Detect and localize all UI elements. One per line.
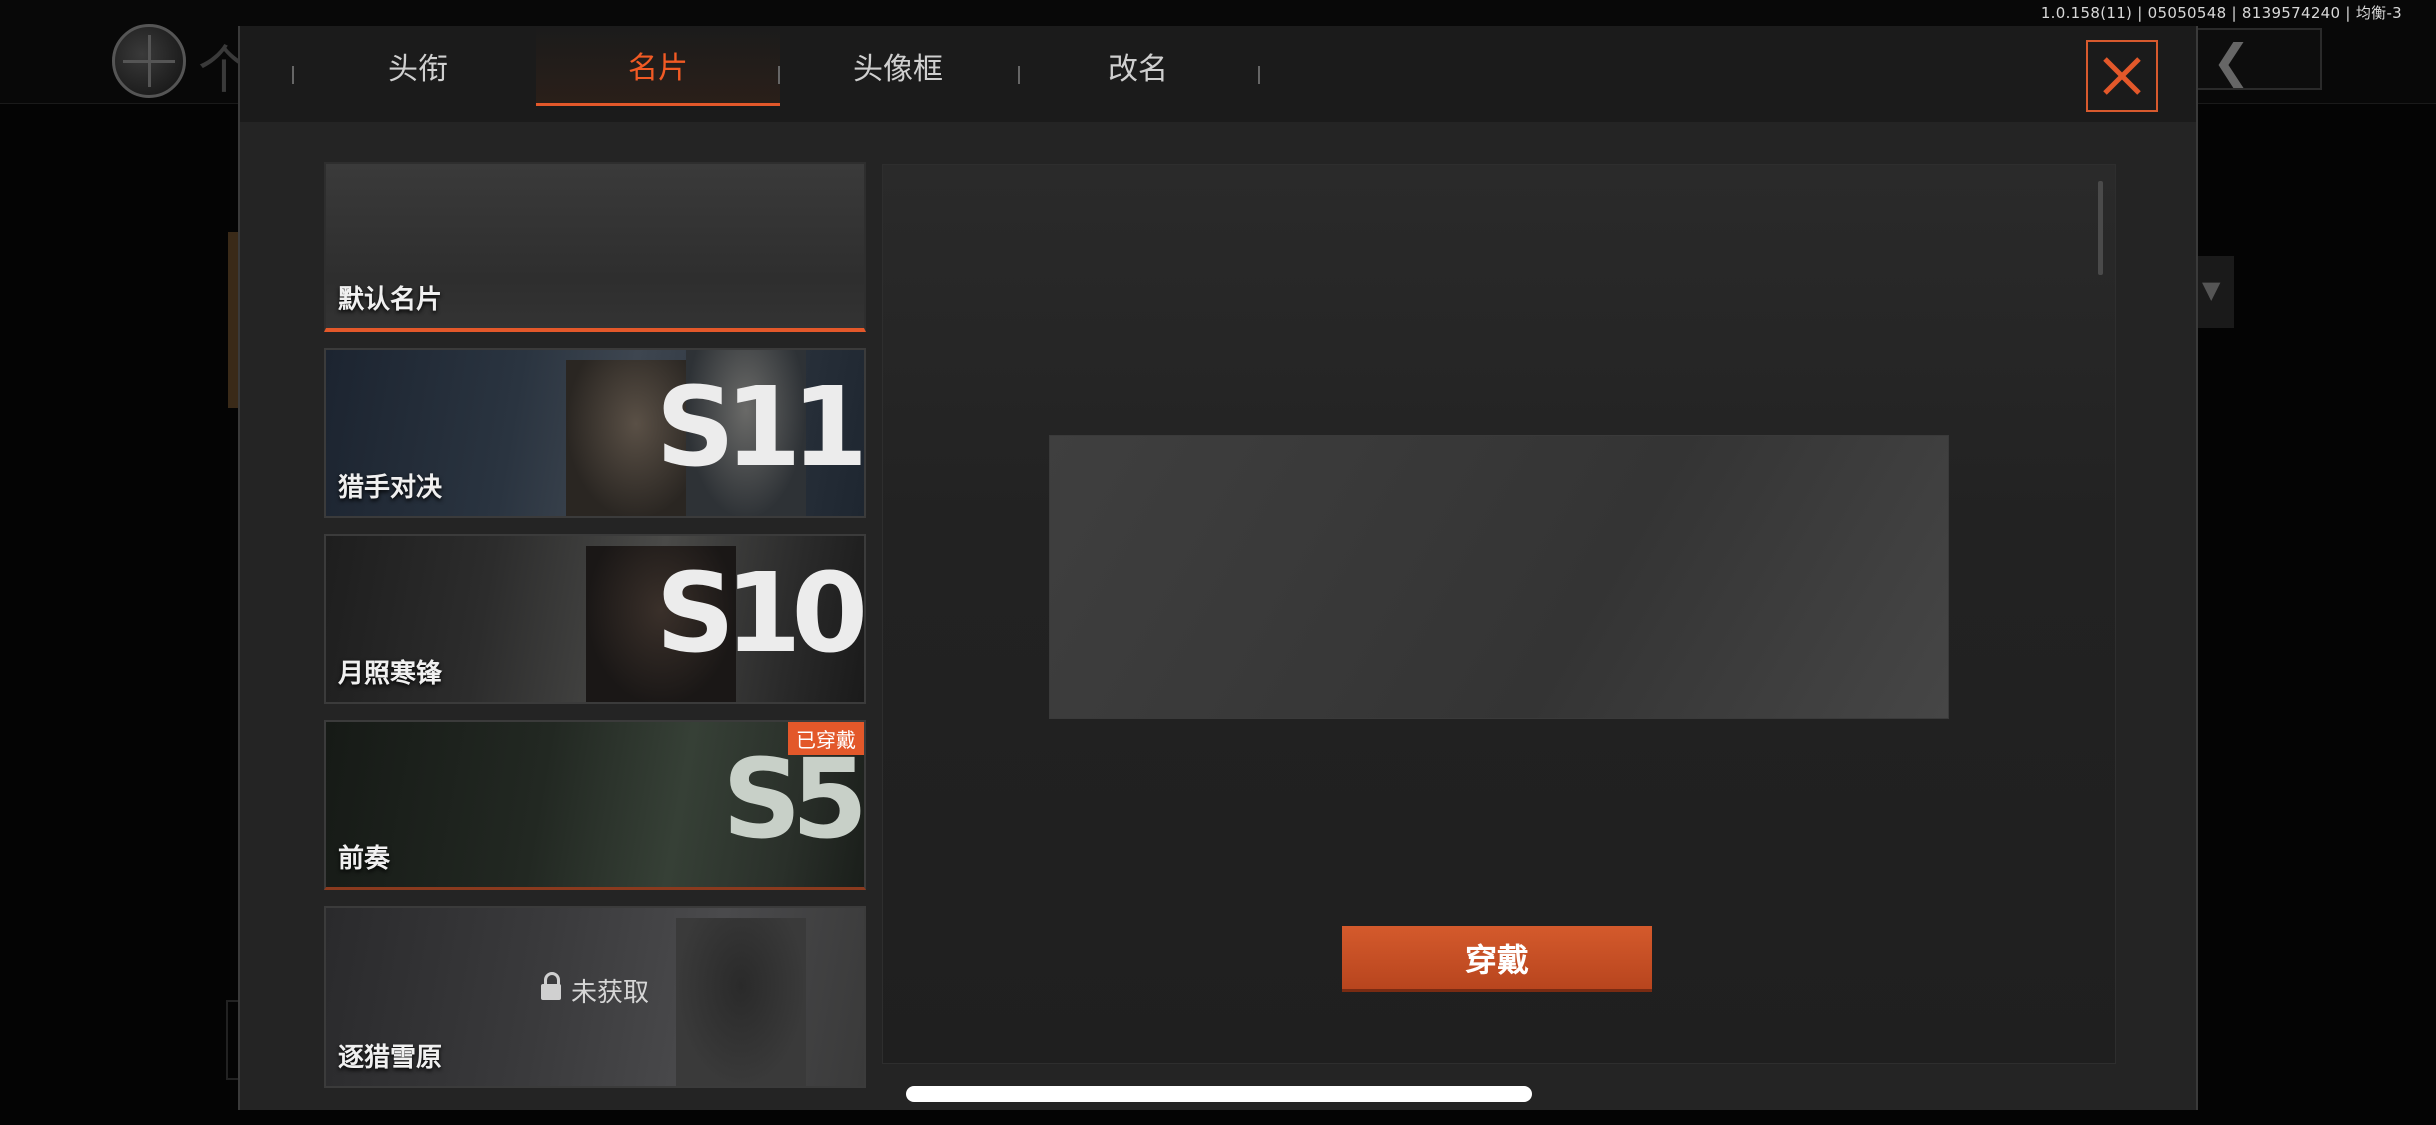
tab-separator: [292, 66, 294, 84]
screen: 个 ❮ ▼ 1.0.158(11) | 05050548 | 813957424…: [0, 0, 2436, 1125]
equipped-badge: 已穿戴: [788, 722, 864, 755]
locked-text: 未获取: [570, 978, 649, 1008]
preview-scrollbar[interactable]: [2098, 181, 2103, 275]
card-snowfield-hunt[interactable]: 未获取 逐猎雪原: [324, 906, 866, 1088]
card-label: 月照寒锋: [338, 659, 443, 689]
modal-header: 头衔 名片 头像框 改名: [240, 26, 2196, 122]
season-logo: S10: [655, 549, 864, 677]
business-card-modal: 头衔 名片 头像框 改名 默认名片 S11 猎手对决 S10 月照寒锋 S5 已…: [238, 26, 2198, 1110]
locked-status: 未获取: [326, 971, 864, 1009]
equip-button[interactable]: 穿戴: [1342, 926, 1652, 992]
chevron-down-icon: ▼: [2202, 276, 2221, 304]
home-indicator[interactable]: [906, 1086, 1532, 1102]
tab-separator: [1258, 66, 1260, 84]
card-prelude[interactable]: S5 已穿戴 前奏: [324, 720, 866, 890]
card-label: 默认名片: [338, 285, 443, 315]
card-label: 猎手对决: [338, 473, 443, 503]
globe-icon: [112, 24, 186, 98]
card-default[interactable]: 默认名片: [324, 162, 866, 332]
card-preview: [1049, 435, 1949, 719]
card-hunter-duel[interactable]: S11 猎手对决: [324, 348, 866, 518]
chevron-left-icon: ❮: [2212, 34, 2251, 88]
lock-icon: [540, 971, 561, 1000]
season-logo: S11: [655, 363, 864, 491]
card-label: 前奏: [338, 844, 391, 874]
version-info: 1.0.158(11) | 05050548 | 8139574240 | 均衡…: [2040, 4, 2402, 22]
card-moonlit-blade[interactable]: S10 月照寒锋: [324, 534, 866, 704]
tab-title[interactable]: 头衔: [296, 26, 540, 106]
tab-business-card[interactable]: 名片: [536, 26, 780, 106]
close-button[interactable]: [2086, 40, 2158, 112]
tab-avatar-frame[interactable]: 头像框: [776, 26, 1020, 106]
season-logo: S5: [722, 735, 864, 863]
close-icon: [2103, 57, 2141, 95]
back-button[interactable]: ❮: [2196, 28, 2322, 90]
tab-rename[interactable]: 改名: [1016, 26, 1260, 106]
card-label: 逐猎雪原: [338, 1043, 443, 1073]
